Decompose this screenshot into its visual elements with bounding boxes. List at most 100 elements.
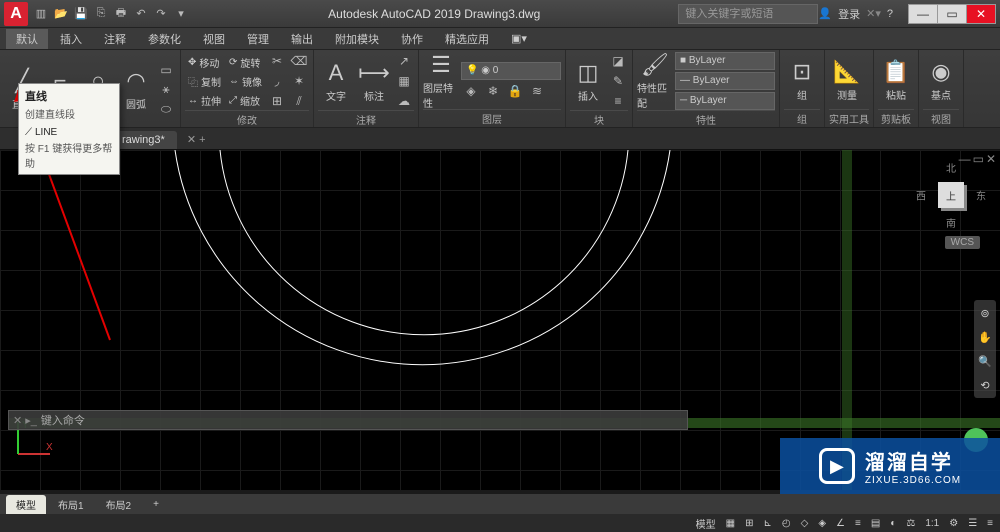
status-osnap-icon[interactable]: ◇ <box>798 518 812 529</box>
qat-more-icon[interactable]: ▾ <box>172 5 190 23</box>
viewcube-south[interactable]: 南 <box>946 215 956 230</box>
nav-zoom-icon[interactable]: 🔍 <box>976 352 994 370</box>
qat-saveas-icon[interactable]: ⎘ <box>92 5 110 23</box>
tab-manage[interactable]: 管理 <box>237 29 279 49</box>
table-icon[interactable]: ▦ <box>394 72 414 90</box>
help-icon[interactable]: ? <box>887 8 893 20</box>
status-otrack-icon[interactable]: ∠ <box>833 518 848 529</box>
status-workspace-icon[interactable]: ☰ <box>965 518 980 529</box>
add-layout-icon[interactable]: + <box>143 497 169 512</box>
mirror-button[interactable]: ⇔ 镜像 <box>226 72 265 90</box>
status-polar-icon[interactable]: ◴ <box>779 518 794 529</box>
insert-button[interactable]: ◫插入 <box>570 53 606 109</box>
viewcube-west[interactable]: 西 <box>916 188 926 203</box>
qat-new-icon[interactable]: ▥ <box>32 5 50 23</box>
stretch-button[interactable]: ↔ 拉伸 <box>185 91 224 109</box>
status-annoscale-icon[interactable]: ⚖ <box>903 518 918 529</box>
measure-button[interactable]: 📐测量 <box>829 53 865 109</box>
cloud-icon[interactable]: ☁ <box>394 92 414 110</box>
tab-parametric[interactable]: 参数化 <box>138 29 191 49</box>
explode-icon[interactable]: ✶ <box>289 72 309 90</box>
viewcube-top[interactable]: 上 <box>938 182 964 208</box>
viewcube[interactable]: 北 南 西 东 上 <box>916 160 986 230</box>
status-scale[interactable]: 1:1 <box>922 518 942 529</box>
login-label[interactable]: 登录 <box>838 6 860 22</box>
group-button[interactable]: ⊡组 <box>784 53 820 109</box>
arc-button[interactable]: ◠圆弧 <box>118 62 154 118</box>
dim-button[interactable]: ⟼标注 <box>356 53 392 109</box>
status-cycle-icon[interactable]: ◐ <box>887 518 899 529</box>
hatch-icon[interactable]: ⚹ <box>156 81 176 99</box>
qat-undo-icon[interactable]: ↶ <box>132 5 150 23</box>
linetype-select[interactable]: ─ ByLayer <box>675 92 775 110</box>
qat-open-icon[interactable]: 📂 <box>52 5 70 23</box>
layer-select[interactable]: 💡 ◉ 0 <box>461 62 561 80</box>
layer-lock-icon[interactable]: 🔒 <box>505 82 525 100</box>
user-icon[interactable]: 👤 <box>818 7 832 20</box>
status-transparency-icon[interactable]: ▤ <box>868 518 883 529</box>
status-3dosnap-icon[interactable]: ◈ <box>815 518 829 529</box>
attr-icon[interactable]: ≡ <box>608 92 628 110</box>
rotate-button[interactable]: ⟳ 旋转 <box>226 53 265 71</box>
tab-insert[interactable]: 插入 <box>50 29 92 49</box>
status-customize-icon[interactable]: ≡ <box>984 518 996 529</box>
ellipse-icon[interactable]: ⬭ <box>156 101 176 119</box>
tab-annotate[interactable]: 注释 <box>94 29 136 49</box>
tab-layout1[interactable]: 布局1 <box>48 495 94 514</box>
trim-icon[interactable]: ✂ <box>267 52 287 70</box>
leader-icon[interactable]: ↗ <box>394 52 414 70</box>
move-button[interactable]: ✥ 移动 <box>185 53 224 71</box>
paste-button[interactable]: 📋粘贴 <box>878 53 914 109</box>
array-icon[interactable]: ⊞ <box>267 92 287 110</box>
match-properties-button[interactable]: 🖌特性匹配 <box>637 53 673 109</box>
add-drawing-icon[interactable]: ✕ + <box>179 130 214 149</box>
command-line[interactable]: ✕ ▸_ 键入命令 <box>8 410 688 430</box>
tab-featured[interactable]: 精选应用 <box>435 29 499 49</box>
base-button[interactable]: ◉基点 <box>923 53 959 109</box>
drawing-tab-active[interactable]: rawing3* <box>110 131 177 149</box>
nav-pan-icon[interactable]: ✋ <box>976 328 994 346</box>
maximize-button[interactable]: ▭ <box>937 4 967 24</box>
viewcube-east[interactable]: 东 <box>976 188 986 203</box>
fillet-icon[interactable]: ◞ <box>267 72 287 90</box>
status-model[interactable]: 模型 <box>693 516 719 531</box>
lineweight-select[interactable]: — ByLayer <box>675 72 775 90</box>
wcs-label[interactable]: WCS <box>945 236 980 249</box>
nav-wheel-icon[interactable]: ⊚ <box>976 304 994 322</box>
viewcube-north[interactable]: 北 <box>946 160 956 175</box>
layer-match-icon[interactable]: ≋ <box>527 82 547 100</box>
cmd-handle-icon[interactable]: ✕ ▸_ <box>13 414 37 427</box>
offset-icon[interactable]: ⫽ <box>289 92 309 110</box>
tab-expand-icon[interactable]: ▣▾ <box>501 30 537 47</box>
text-button[interactable]: A文字 <box>318 53 354 109</box>
search-input[interactable]: 键入关键字或短语 <box>678 4 818 24</box>
tab-output[interactable]: 输出 <box>281 29 323 49</box>
qat-plot-icon[interactable]: 🖶 <box>112 5 130 23</box>
minimize-button[interactable]: — <box>908 4 938 24</box>
edit-block-icon[interactable]: ✎ <box>608 72 628 90</box>
status-settings-icon[interactable]: ⚙ <box>946 518 961 529</box>
tab-addins[interactable]: 附加模块 <box>325 29 389 49</box>
status-ortho-icon[interactable]: ⊾ <box>761 518 775 529</box>
color-select[interactable]: ■ ByLayer <box>675 52 775 70</box>
tab-layout2[interactable]: 布局2 <box>96 495 142 514</box>
qat-redo-icon[interactable]: ↷ <box>152 5 170 23</box>
qat-save-icon[interactable]: 💾 <box>72 5 90 23</box>
tab-collaborate[interactable]: 协作 <box>391 29 433 49</box>
exchange-icon[interactable]: ✕▾ <box>866 7 881 20</box>
tab-model[interactable]: 模型 <box>6 495 46 514</box>
nav-orbit-icon[interactable]: ⟲ <box>976 376 994 394</box>
viewport-close-icon[interactable]: ✕ <box>986 152 996 166</box>
app-logo[interactable]: A <box>4 2 28 26</box>
layer-iso-icon[interactable]: ◈ <box>461 82 481 100</box>
tab-default[interactable]: 默认 <box>6 29 48 49</box>
copy-button[interactable]: ⿻ 复制 <box>185 72 224 90</box>
status-grid-icon[interactable]: ▦ <box>723 518 738 529</box>
status-snap-icon[interactable]: ⊞ <box>742 518 756 529</box>
rect-icon[interactable]: ▭ <box>156 61 176 79</box>
layer-freeze-icon[interactable]: ❄ <box>483 82 503 100</box>
status-lineweight-icon[interactable]: ≡ <box>852 518 864 529</box>
close-button[interactable]: ✕ <box>966 4 996 24</box>
layer-properties-button[interactable]: ☰图层特性 <box>423 53 459 109</box>
erase-icon[interactable]: ⌫ <box>289 52 309 70</box>
